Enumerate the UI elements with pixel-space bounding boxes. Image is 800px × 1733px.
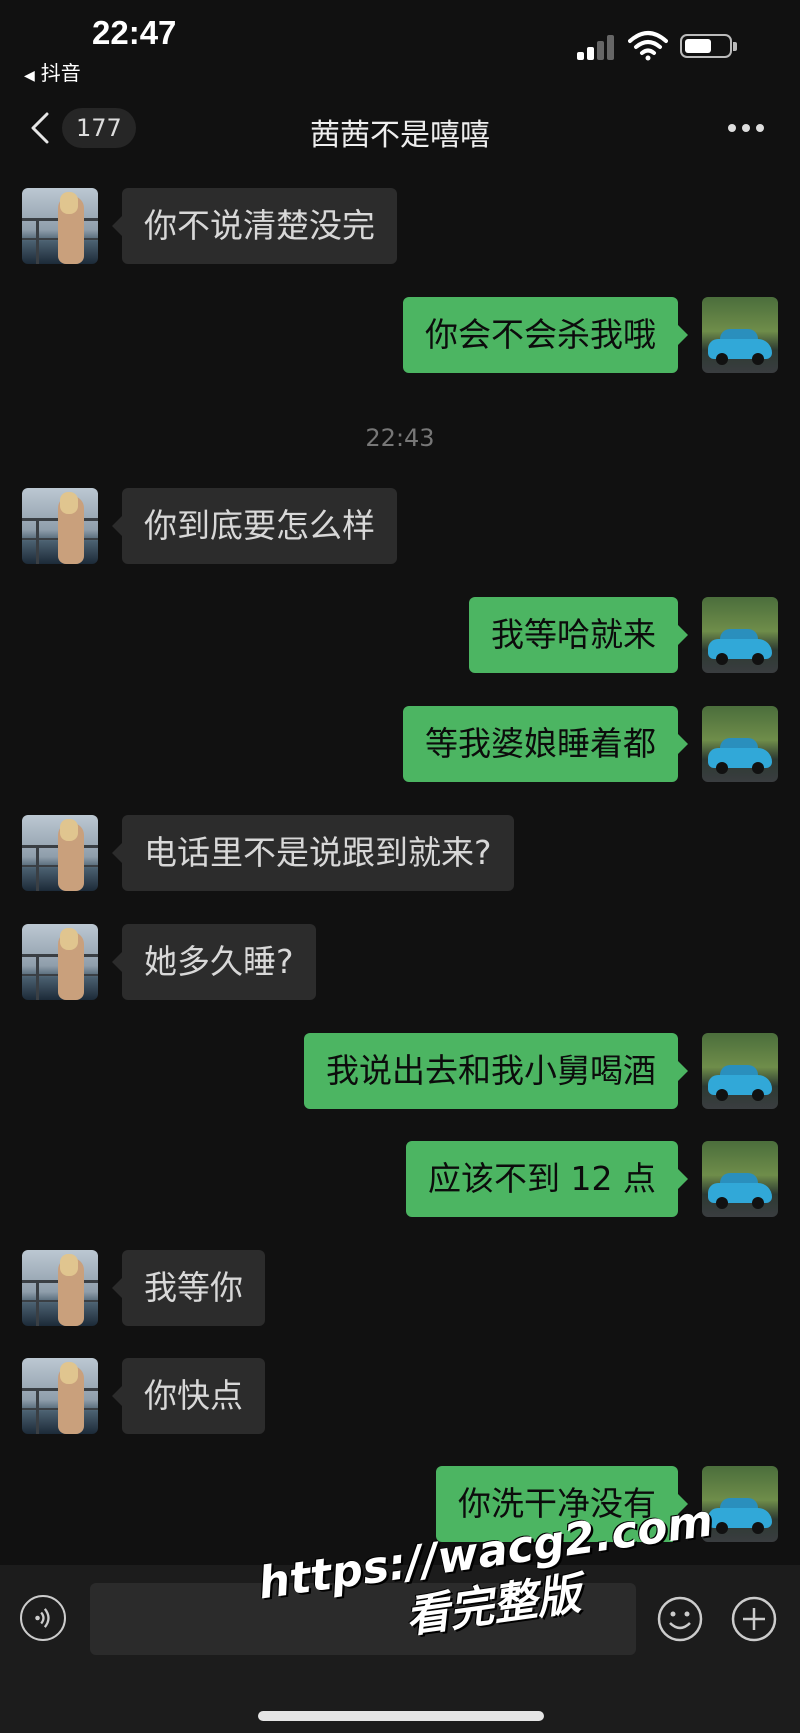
battery-icon — [680, 34, 737, 58]
contact-avatar[interactable] — [22, 1358, 98, 1434]
message-row: 你到底要怎么样 — [0, 488, 800, 564]
contact-avatar[interactable] — [22, 1250, 98, 1326]
message-row: 你不说清楚没完 — [0, 188, 800, 264]
voice-icon[interactable] — [20, 1595, 66, 1641]
message-row: 你快点 — [0, 1358, 800, 1434]
status-time: 22:47 — [92, 14, 177, 51]
incoming-message-bubble[interactable]: 电话里不是说跟到就来? — [112, 815, 514, 891]
chat-title: 茜茜不是嘻嘻 — [310, 118, 490, 153]
status-bar: 22:47 ◀ 抖音 — [0, 0, 800, 90]
message-row: 等我婆娘睡着都 — [0, 706, 800, 782]
message-row: 我等你 — [0, 1250, 800, 1326]
my-avatar[interactable] — [702, 597, 778, 673]
my-avatar[interactable] — [702, 1033, 778, 1109]
outgoing-message-bubble[interactable]: 我说出去和我小舅喝酒 — [304, 1033, 688, 1109]
chat-header: 177 茜茜不是嘻嘻 — [0, 90, 800, 170]
cellular-signal-icon — [577, 34, 619, 60]
incoming-message-bubble[interactable]: 你到底要怎么样 — [112, 488, 397, 564]
my-avatar[interactable] — [702, 297, 778, 373]
message-row: 我说出去和我小舅喝酒 — [0, 1033, 800, 1109]
contact-avatar[interactable] — [22, 488, 98, 564]
message-timestamp: 22:43 — [365, 424, 435, 452]
back-app-label: 抖音 — [40, 61, 81, 85]
my-avatar[interactable] — [702, 706, 778, 782]
incoming-message-bubble[interactable]: 我等你 — [112, 1250, 265, 1326]
my-avatar[interactable] — [702, 1141, 778, 1217]
more-dots-icon[interactable] — [728, 124, 768, 134]
message-row: 她多久睡? — [0, 924, 800, 1000]
outgoing-message-bubble[interactable]: 我等哈就来 — [469, 597, 688, 673]
outgoing-message-bubble[interactable]: 应该不到 12 点 — [406, 1141, 688, 1217]
contact-avatar[interactable] — [22, 815, 98, 891]
outgoing-message-bubble[interactable]: 你会不会杀我哦 — [403, 297, 688, 373]
back-triangle-icon: ◀ — [24, 68, 35, 84]
incoming-message-bubble[interactable]: 你不说清楚没完 — [112, 188, 397, 264]
outgoing-message-bubble[interactable]: 等我婆娘睡着都 — [403, 706, 688, 782]
message-row: 电话里不是说跟到就来? — [0, 815, 800, 891]
message-row: 我等哈就来 — [0, 597, 800, 673]
back-to-app-link[interactable]: ◀ 抖音 — [24, 57, 81, 86]
message-row: 你会不会杀我哦 — [0, 297, 800, 373]
contact-avatar[interactable] — [22, 188, 98, 264]
contact-avatar[interactable] — [22, 924, 98, 1000]
plus-icon[interactable] — [730, 1595, 778, 1643]
home-indicator[interactable] — [258, 1711, 544, 1721]
message-row: 应该不到 12 点 — [0, 1141, 800, 1217]
incoming-message-bubble[interactable]: 她多久睡? — [112, 924, 316, 1000]
wifi-icon — [628, 31, 668, 61]
incoming-message-bubble[interactable]: 你快点 — [112, 1358, 265, 1434]
